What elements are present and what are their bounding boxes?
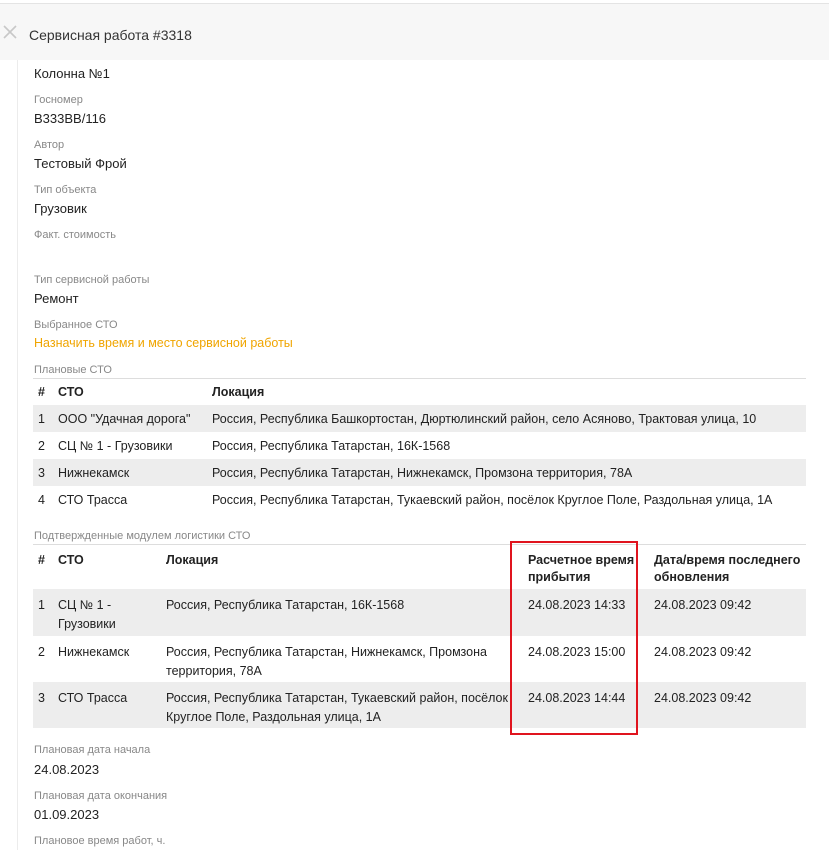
fact-cost-label: Факт. стоимость	[34, 229, 116, 241]
cell-num: 2	[38, 438, 45, 453]
cell-num: 4	[38, 492, 45, 507]
planned-sto-table: # СТО Локация 1 ООО "Удачная дорога" Рос…	[33, 378, 806, 513]
author-value: Тестовый Фрой	[34, 156, 127, 171]
plan-end-label: Плановая дата окончания	[34, 790, 168, 802]
col-header-updated: Дата/время последнего обновления	[649, 544, 806, 589]
cell-location: Россия, Республика Татарстан, Нижнекамск…	[166, 645, 487, 678]
cell-updated: 24.08.2023 09:42	[654, 645, 752, 659]
cell-num: 1	[38, 598, 45, 612]
object-type-label: Тип объекта	[34, 184, 97, 196]
col-header-sto: СТО	[53, 378, 207, 405]
cell-updated: 24.08.2023 09:42	[654, 691, 752, 705]
col-header-num: #	[33, 378, 53, 405]
plan-hours-label: Плановое время работ, ч.	[34, 835, 166, 847]
assign-time-place-link[interactable]: Назначить время и место сервисной работы	[34, 336, 293, 350]
col-header-num: #	[33, 544, 53, 589]
dialog-header: Сервисная работа #3318	[0, 4, 829, 60]
cell-num: 1	[38, 411, 45, 426]
close-icon[interactable]	[3, 25, 17, 39]
table-row: 1 ООО "Удачная дорога" Россия, Республик…	[33, 405, 806, 432]
service-type-value: Ремонт	[34, 291, 79, 306]
cell-num: 3	[38, 465, 45, 480]
column-value: Колонна №1	[34, 66, 110, 81]
cell-location: Россия, Республика Татарстан, Тукаевский…	[212, 492, 773, 507]
cell-sto: ООО "Удачная дорога"	[58, 411, 191, 426]
confirmed-sto-table: # СТО Локация Расчетное время прибытия Д…	[33, 544, 806, 728]
cell-location: Россия, Республика Татарстан, 16К-1568	[166, 598, 405, 612]
table-row: 1 СЦ № 1 - Грузовики Россия, Республика …	[33, 589, 806, 636]
table-row: 2 СЦ № 1 - Грузовики Россия, Республика …	[33, 432, 806, 459]
col-header-sto: СТО	[53, 544, 161, 589]
cell-sto: Нижнекамск	[58, 465, 130, 480]
cell-num: 3	[38, 691, 45, 705]
plan-start-label: Плановая дата начала	[34, 744, 151, 756]
table-row: 3 СТО Трасса Россия, Республика Татарста…	[33, 682, 806, 728]
planned-sto-label: Плановые СТО	[34, 364, 112, 376]
cell-sto: СТО Трасса	[58, 492, 128, 507]
col-header-location: Локация	[161, 544, 523, 589]
object-type-value: Грузовик	[34, 201, 87, 216]
cell-location: Россия, Республика Татарстан, Нижнекамск…	[212, 465, 633, 480]
col-header-location: Локация	[207, 378, 806, 405]
plate-label: Госномер	[34, 94, 83, 106]
cell-sto: Нижнекамск	[58, 645, 130, 659]
table-header-row: # СТО Локация	[33, 378, 806, 405]
cell-sto: СТО Трасса	[58, 691, 128, 705]
eta-highlight-box	[510, 541, 638, 735]
cell-sto: СЦ № 1 - Грузовики	[58, 438, 173, 453]
cell-num: 2	[38, 645, 45, 659]
cell-location: Россия, Республика Башкортостан, Дюртюли…	[212, 411, 757, 426]
plan-start-value: 24.08.2023	[34, 762, 100, 777]
plan-end-value: 01.09.2023	[34, 807, 100, 822]
confirmed-sto-label: Подтвержденные модулем логистики СТО	[34, 530, 251, 542]
table-header-row: # СТО Локация Расчетное время прибытия Д…	[33, 544, 806, 589]
cell-location: Россия, Республика Татарстан, 16К-1568	[212, 438, 451, 453]
service-type-label: Тип сервисной работы	[34, 274, 150, 286]
table-row: 3 Нижнекамск Россия, Республика Татарста…	[33, 459, 806, 486]
cell-sto: СЦ № 1 - Грузовики	[58, 598, 116, 631]
cell-location: Россия, Республика Татарстан, Тукаевский…	[166, 691, 508, 724]
page-title: Сервисная работа #3318	[29, 27, 192, 43]
table-row: 2 Нижнекамск Россия, Республика Татарста…	[33, 636, 806, 682]
selected-sto-label: Выбранное СТО	[34, 319, 118, 331]
plate-value: В333ВВ/116	[34, 111, 107, 126]
author-label: Автор	[34, 139, 65, 151]
table-row: 4 СТО Трасса Россия, Республика Татарста…	[33, 486, 806, 513]
cell-updated: 24.08.2023 09:42	[654, 598, 752, 612]
